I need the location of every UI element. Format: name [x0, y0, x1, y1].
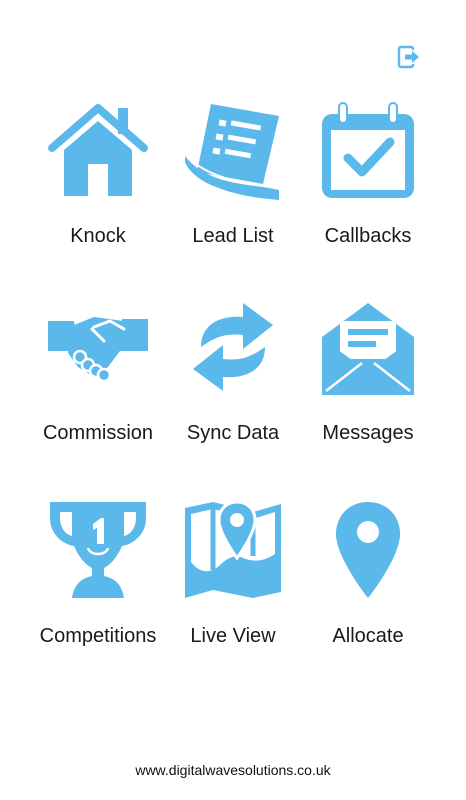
menu-item-messages[interactable]: Messages: [300, 293, 436, 463]
handshake-icon: [48, 297, 148, 397]
menu-item-label: Commission: [42, 422, 154, 444]
menu-item-live-view[interactable]: Live View: [165, 496, 301, 666]
open-envelope-icon: [318, 297, 418, 397]
calendar-check-icon: [318, 100, 418, 200]
menu-item-allocate[interactable]: Allocate: [300, 496, 436, 666]
document-list-icon: [183, 100, 283, 200]
menu-item-label: Competitions: [39, 625, 157, 647]
menu-item-label: Allocate: [332, 625, 404, 647]
menu-item-label: Live View: [190, 625, 276, 647]
menu-item-label: Callbacks: [324, 225, 412, 247]
menu-item-knock[interactable]: Knock: [30, 96, 166, 266]
menu-item-commission[interactable]: Commission: [30, 293, 166, 463]
footer-website-link[interactable]: www.digitalwavesolutions.co.uk: [0, 762, 466, 778]
house-icon: [48, 100, 148, 200]
menu-item-label: Messages: [322, 422, 414, 444]
menu-item-sync-data[interactable]: Sync Data: [165, 293, 301, 463]
menu-item-label: Knock: [70, 225, 126, 247]
logout-button[interactable]: [396, 44, 422, 70]
logout-icon: [397, 45, 419, 69]
map-pin-icon: [183, 500, 283, 600]
menu-item-competitions[interactable]: Competitions: [30, 496, 166, 666]
location-pin-icon: [318, 500, 418, 600]
sync-arrows-icon: [183, 297, 283, 397]
menu-item-lead-list[interactable]: Lead List: [165, 96, 301, 266]
menu-item-label: Lead List: [192, 225, 274, 247]
trophy-icon: [48, 500, 148, 600]
menu-item-callbacks[interactable]: Callbacks: [300, 96, 436, 266]
menu-item-label: Sync Data: [186, 422, 280, 444]
